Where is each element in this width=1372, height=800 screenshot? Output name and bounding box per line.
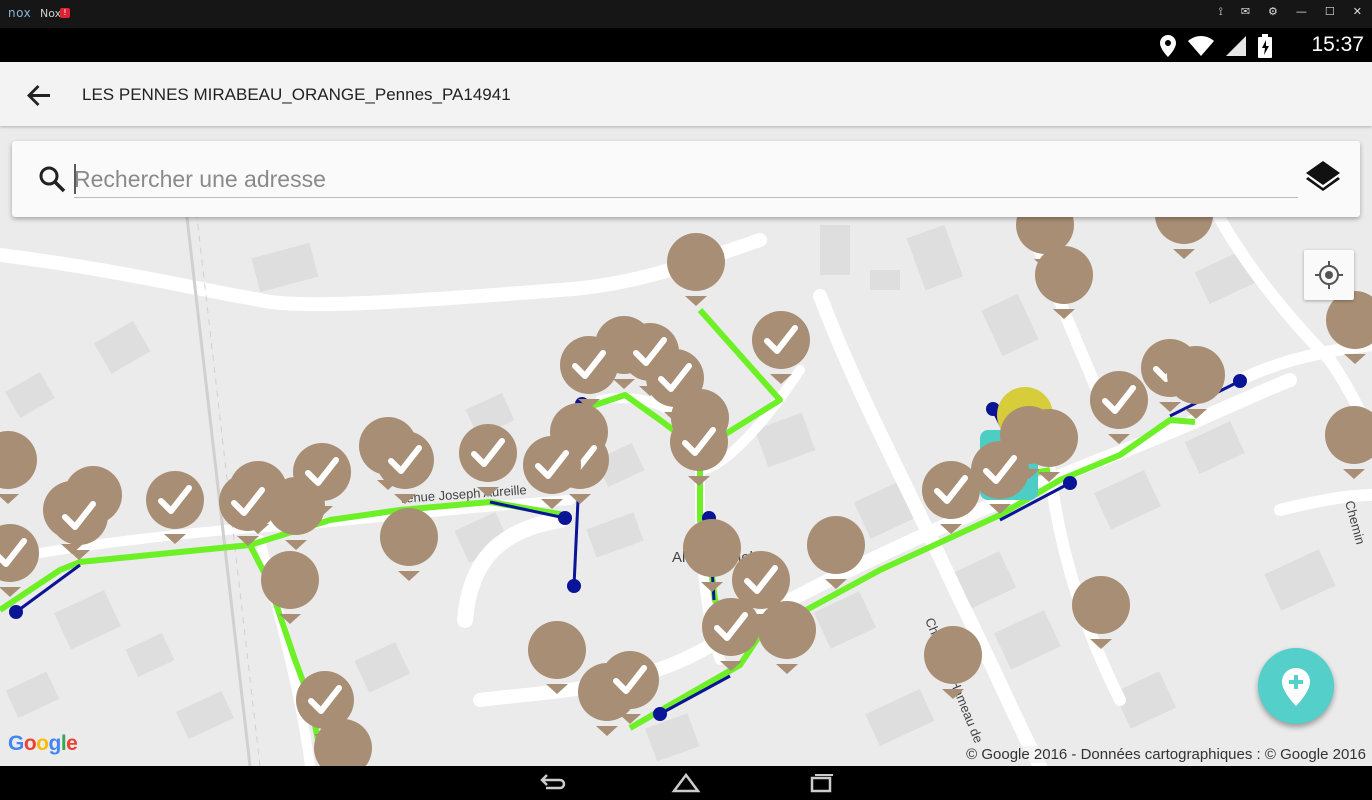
text-caret	[74, 164, 76, 194]
search-bar	[12, 141, 1360, 217]
wifi-icon	[1188, 36, 1214, 56]
my-location-button[interactable]	[1304, 250, 1354, 300]
point-marker[interactable]	[1325, 406, 1372, 479]
close-icon[interactable]: ✕	[1353, 5, 1362, 19]
point-marker[interactable]	[758, 601, 816, 674]
search-icon[interactable]	[38, 165, 66, 193]
battery-icon	[1258, 34, 1272, 58]
gear-icon[interactable]: ⚙	[1268, 5, 1278, 19]
map-attribution: © Google 2016 - Données cartographiques …	[964, 746, 1368, 763]
point-marker[interactable]	[380, 508, 438, 581]
point-marker[interactable]	[1072, 576, 1130, 649]
point-markers[interactable]	[0, 186, 1372, 766]
layers-icon[interactable]	[1302, 157, 1344, 199]
emulator-name: Nox	[40, 7, 62, 20]
add-point-button[interactable]	[1258, 648, 1334, 724]
search-input[interactable]	[74, 161, 1298, 198]
validated-point-marker[interactable]	[702, 598, 760, 671]
status-time: 15:37	[1311, 33, 1364, 56]
validated-point-marker[interactable]	[1090, 371, 1148, 444]
app-bar: LES PENNES MIRABEAU_ORANGE_Pennes_PA1494…	[0, 62, 1372, 126]
page-title: LES PENNES MIRABEAU_ORANGE_Pennes_PA1494…	[82, 85, 511, 104]
add-location-icon	[1282, 668, 1310, 706]
point-marker[interactable]	[261, 551, 319, 624]
arrow-back-icon[interactable]	[24, 80, 54, 110]
point-marker[interactable]	[667, 233, 725, 306]
validated-point-marker[interactable]	[219, 473, 277, 546]
point-marker[interactable]	[0, 431, 37, 504]
mail-icon[interactable]: ✉	[1241, 5, 1250, 19]
google-logo: Google	[8, 732, 78, 755]
navigation-bar	[0, 766, 1372, 800]
pin-icon[interactable]: ⟟	[1219, 5, 1223, 19]
recents-nav-icon[interactable]	[806, 772, 836, 794]
maximize-icon[interactable]: ☐	[1325, 5, 1335, 19]
emulator-logo: nox	[8, 6, 32, 20]
map-view[interactable]: venue Joseph Aureille Allée Michel Chemi…	[0, 126, 1372, 766]
street-label-chemin: Chemin	[1342, 499, 1368, 546]
map-buildings	[5, 224, 1336, 762]
crosshair-icon	[1315, 261, 1343, 289]
emulator-badge: !	[60, 8, 70, 18]
emulator-title-bar: nox Nox ! ⟟ ✉ ⚙ — ☐ ✕	[0, 0, 1372, 28]
status-bar: 15:37	[0, 28, 1372, 62]
home-nav-icon[interactable]	[671, 772, 701, 794]
back-nav-icon[interactable]	[538, 772, 568, 794]
map-canvas[interactable]: venue Joseph Aureille Allée Michel Chemi…	[0, 126, 1372, 766]
location-icon	[1160, 35, 1176, 57]
minimize-icon[interactable]: —	[1296, 5, 1307, 19]
signal-icon	[1226, 36, 1246, 56]
